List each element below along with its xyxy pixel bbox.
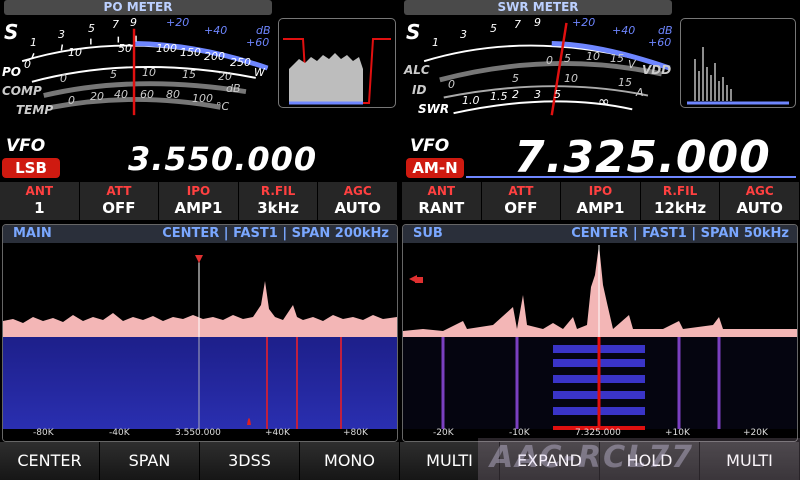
vfo-sub-underline (466, 176, 796, 178)
softkey-span[interactable]: SPAN (100, 442, 200, 480)
softkey-center[interactable]: CENTER (0, 442, 100, 480)
vfo-sub-mode[interactable]: AM-N (406, 158, 464, 178)
main-param-att[interactable]: ATT OFF (80, 182, 160, 220)
main-scope-axis: -80K -40K 3.550.000 +40K +80K (33, 428, 368, 438)
softkey-mono[interactable]: MONO (300, 442, 400, 480)
sub-scope[interactable]: SUB CENTER | FAST1 | SPAN 50kHz -20K -10… (402, 224, 798, 442)
comp-scale: 0 5 10 15 20 dB (60, 66, 241, 95)
swr-label: SWR (418, 102, 450, 116)
watermark-logo: AAC-RCL77 (490, 440, 694, 475)
po-meter-panel: PO METER S PO COMP TEMP 1 3 5 7 9 +20 +4… (0, 0, 400, 130)
main-param-agc[interactable]: AGC AUTO (318, 182, 398, 220)
temp-label: TEMP (16, 103, 54, 117)
vfo-sub-label: VFO (410, 136, 450, 156)
vfo-main-frequency[interactable]: 3.550.000 (128, 140, 317, 178)
main-scope[interactable]: MAIN CENTER | FAST1 | SPAN 200kHz -80K -… (2, 224, 398, 442)
vfo-main-mode[interactable]: LSB (2, 158, 60, 178)
sub-param-rfil[interactable]: R.FIL 12kHz (641, 182, 721, 220)
audio-monitor-scope (680, 18, 796, 108)
swr-meter-title: SWR METER (404, 0, 672, 15)
po-meter-title: PO METER (4, 0, 272, 15)
sub-param-ant[interactable]: ANT RANT (402, 182, 482, 220)
po-s-label: S (4, 20, 19, 44)
po-label: PO (2, 65, 21, 79)
main-param-bar: ANT 1 ATT OFF IPO AMP1 R.FIL 3kHz AGC AUTO (0, 182, 398, 220)
swr-s-label: S (406, 20, 421, 44)
sub-param-ipo[interactable]: IPO AMP1 (561, 182, 641, 220)
sub-spectrum-waterfall[interactable] (403, 225, 797, 441)
vfo-main-label: VFO (6, 136, 46, 156)
tx-monitor-scope (278, 18, 396, 108)
id-scale: 0 5 10 15 A (448, 72, 644, 99)
main-param-ant[interactable]: ANT 1 (0, 182, 80, 220)
swr-meter-panel: SWR METER S ALC ID SWR VDD 1 3 5 7 9 +20… (402, 0, 800, 130)
alc-label: ALC (404, 63, 430, 77)
main-param-ipo[interactable]: IPO AMP1 (159, 182, 239, 220)
swr-scale: 1.0 1.5 2 3 5 ∞ (462, 88, 610, 110)
sub-param-bar: ANT RANT ATT OFF IPO AMP1 R.FIL 12kHz AGC AUT… (402, 182, 800, 220)
temp-scale: 0 20 40 60 80 100 °C (68, 88, 230, 113)
sub-param-agc[interactable]: AGC AUTO (720, 182, 800, 220)
comp-label: COMP (2, 84, 42, 98)
softkey-3dss[interactable]: 3DSS (200, 442, 300, 480)
main-param-rfil[interactable]: R.FIL 3kHz (239, 182, 319, 220)
sub-param-att[interactable]: ATT OFF (482, 182, 562, 220)
main-spectrum-waterfall[interactable] (3, 225, 397, 441)
id-label: ID (412, 83, 427, 97)
vdd-scale: 0 5 10 15 V (546, 50, 636, 71)
